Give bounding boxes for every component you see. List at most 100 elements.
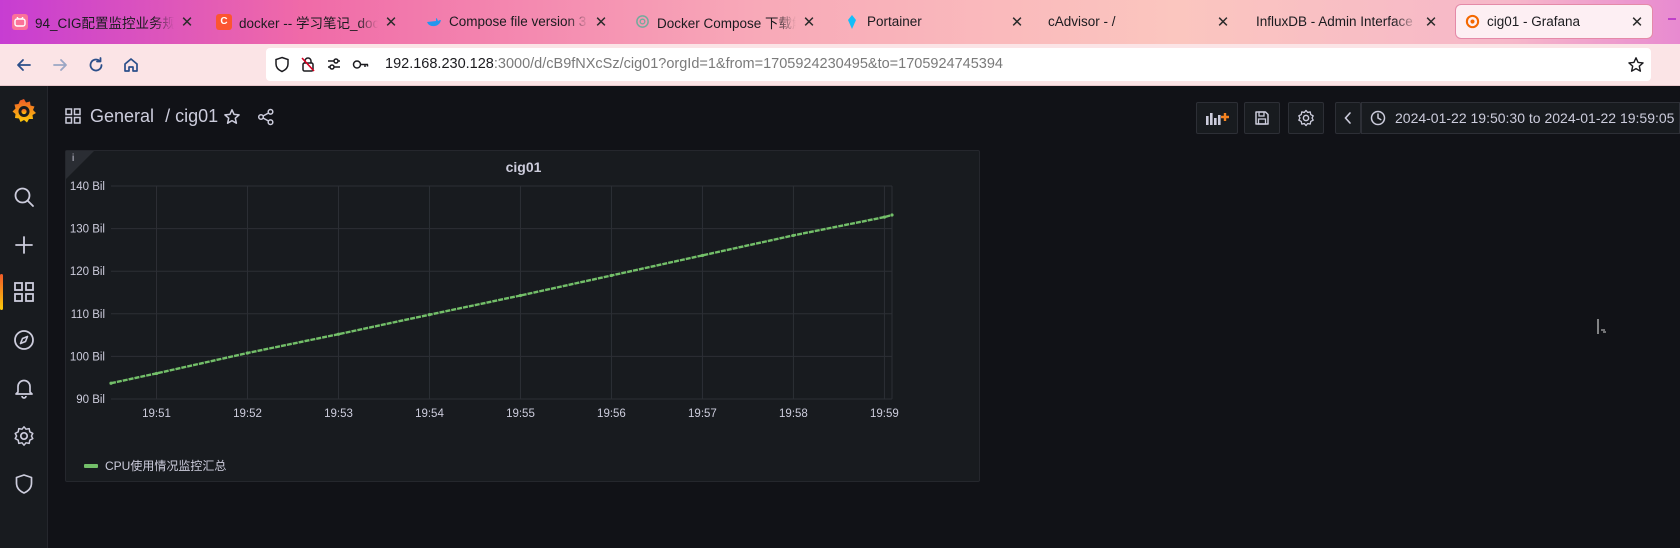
close-tab-icon[interactable]: ✕	[1216, 13, 1230, 31]
y-axis-ticks: 90 Bil 100 Bil 110 Bil 120 Bil 130 Bil 140 Bi…	[70, 181, 105, 406]
browser-tab-active[interactable]: cig01 - Grafana ✕	[1456, 5, 1652, 38]
back-button[interactable]	[11, 52, 37, 78]
url-text[interactable]: 192.168.230.128:3000/d/cB9fNXcSz/cig01?o…	[385, 56, 1003, 72]
legend-label: CPU使用情况监控汇总	[105, 459, 227, 473]
dashboards-grid-icon[interactable]	[65, 108, 81, 124]
y-tick-label: 90 Bil	[76, 394, 105, 406]
data-point	[427, 313, 432, 317]
address-bar[interactable]: 192.168.230.128:3000/d/cB9fNXcSz/cig01?o…	[266, 48, 1651, 81]
time-shift-back-button[interactable]	[1335, 102, 1361, 134]
key-icon[interactable]	[352, 56, 370, 73]
shield-icon[interactable]	[274, 56, 290, 73]
text-cursor-icon	[1597, 319, 1606, 334]
tab-title: 94_CIG配置监控业务规则_阿	[35, 15, 174, 31]
data-point	[154, 371, 159, 376]
url-host: 192.168.230.128	[385, 56, 494, 72]
close-tab-icon[interactable]: ✕	[802, 13, 816, 31]
sidebar-item-alerting[interactable]	[0, 368, 48, 408]
x-tick-label: 19:58	[779, 408, 808, 420]
time-range-text: 2024-01-22 19:50:30 to 2024-01-22 19:59:…	[1395, 110, 1675, 126]
x-tick-label: 19:52	[233, 408, 262, 420]
data-point	[791, 233, 796, 238]
shield-icon	[15, 474, 33, 494]
sidebar-item-dashboards[interactable]	[0, 272, 48, 312]
chatgpt-icon	[634, 14, 650, 30]
close-tab-icon[interactable]: ✕	[1010, 13, 1024, 31]
close-tab-icon[interactable]: ✕	[1424, 13, 1438, 31]
dashboard-settings-button[interactable]	[1288, 102, 1324, 134]
x-tick-label: 19:59	[870, 408, 899, 420]
bell-icon	[15, 379, 33, 399]
browser-tab[interactable]: 94_CIG配置监控业务规则_阿 ✕	[4, 5, 202, 38]
line-chart[interactable]: 90 Bil 100 Bil 110 Bil 120 Bil 130 Bil 140 Bi…	[66, 151, 981, 451]
sidebar-item-configuration[interactable]	[0, 416, 48, 456]
sidebar-item-server-admin[interactable]	[0, 464, 48, 504]
home-button[interactable]	[118, 52, 144, 78]
star-icon[interactable]	[223, 108, 241, 126]
grafana-home-link[interactable]	[0, 91, 48, 131]
graph-panel[interactable]: i cig01 90 Bil 100 Bil 110 Bil 120 Bil 130 B…	[65, 150, 980, 482]
close-tab-icon[interactable]: ✕	[384, 13, 398, 31]
tab-title: Portainer	[867, 14, 922, 29]
tab-title: docker -- 学习笔记_docker	[239, 15, 378, 31]
portainer-icon	[844, 14, 860, 30]
permissions-icon[interactable]	[326, 56, 342, 73]
save-dashboard-button[interactable]	[1244, 102, 1280, 134]
close-tab-icon[interactable]: ✕	[180, 13, 194, 31]
browser-tab[interactable]: InfluxDB - Admin Interface ✕	[1248, 5, 1446, 38]
breadcrumb-folder[interactable]: General	[90, 106, 154, 126]
tab-title: cAdvisor - /	[1048, 14, 1116, 29]
x-tick-label: 19:54	[415, 408, 444, 420]
add-panel-button[interactable]	[1196, 102, 1238, 134]
browser-tab[interactable]: Portainer ✕	[836, 5, 1032, 38]
browser-tab[interactable]: Docker Compose 下载解释 ✕	[626, 5, 824, 38]
dashboard-top-nav: General / cig01 2024-01-22 19:50:30 to 2…	[48, 86, 1680, 146]
series-line	[110, 213, 893, 385]
bookmark-star-button[interactable]	[1623, 52, 1649, 78]
data-point	[245, 351, 250, 355]
tab-title: Compose file version 3 ref	[449, 14, 588, 29]
chart-legend[interactable]: CPU使用情况监控汇总	[84, 457, 226, 474]
sidebar-item-search[interactable]	[0, 177, 48, 217]
data-point	[109, 381, 113, 385]
close-tab-icon[interactable]: ✕	[594, 13, 608, 31]
reload-icon	[89, 57, 103, 72]
share-icon[interactable]	[257, 108, 275, 126]
x-tick-label: 19:56	[597, 408, 626, 420]
insecure-lock-icon[interactable]	[300, 56, 316, 73]
home-icon	[124, 58, 138, 72]
forward-button[interactable]	[47, 52, 73, 78]
x-tick-label: 19:51	[142, 408, 171, 420]
time-range-picker[interactable]: 2024-01-22 19:50:30 to 2024-01-22 19:59:…	[1361, 102, 1680, 134]
breadcrumb-separator: /	[165, 106, 171, 126]
search-icon	[14, 187, 34, 207]
browser-tab[interactable]: cAdvisor - / ✕	[1040, 5, 1238, 38]
tab-overflow-edge	[1668, 18, 1676, 20]
grafana-logo-icon	[12, 99, 36, 123]
save-icon	[1255, 111, 1269, 125]
plus-icon	[15, 236, 33, 254]
browser-tab[interactable]: C docker -- 学习笔记_docker ✕	[208, 5, 406, 38]
tab-title: Docker Compose 下载解释	[657, 15, 796, 31]
sidebar-item-explore[interactable]	[0, 320, 48, 360]
url-path: :3000/d/cB9fNXcSz/cig01?orgId=1&from=170…	[493, 56, 1003, 72]
add-panel-icon	[1206, 113, 1229, 125]
reload-button[interactable]	[83, 52, 109, 78]
y-tick-label: 120 Bil	[70, 266, 105, 278]
gear-icon	[14, 426, 34, 446]
browser-tab[interactable]: Compose file version 3 ref ✕	[418, 5, 616, 38]
x-tick-label: 19:53	[324, 408, 353, 420]
data-point	[882, 215, 887, 219]
page-title[interactable]: cig01	[175, 106, 218, 126]
chart-series	[109, 213, 894, 385]
bilibili-icon	[12, 13, 28, 30]
grafana-side-menu	[0, 86, 48, 548]
sidebar-item-create[interactable]	[0, 225, 48, 265]
data-point	[700, 253, 705, 258]
chevron-left-icon	[1344, 112, 1351, 124]
star-icon	[1628, 57, 1644, 72]
grafana-icon	[1464, 14, 1480, 30]
gear-icon	[1298, 109, 1314, 127]
clock-icon	[1370, 110, 1386, 126]
close-tab-icon[interactable]: ✕	[1630, 13, 1644, 31]
